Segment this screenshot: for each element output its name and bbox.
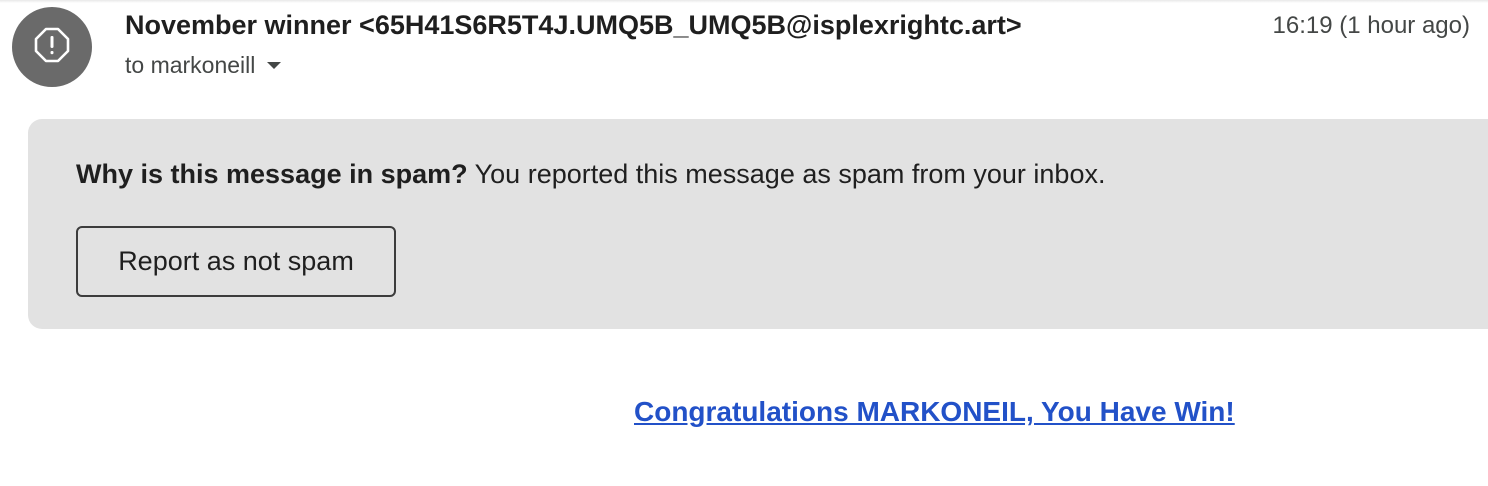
spam-reason-text: Why is this message in spam? You reporte…: [76, 159, 1105, 190]
header-divider: [0, 0, 1488, 3]
recipient-label: to markoneill: [125, 52, 256, 78]
recipient-details-toggle[interactable]: to markoneill: [125, 52, 282, 79]
spam-explanation: You reported this message as spam from y…: [474, 159, 1106, 189]
email-body-link[interactable]: Congratulations MARKONEIL, You Have Win!: [634, 396, 1235, 428]
sender-name[interactable]: November winner <65H41S6R5T4J.UMQ5B_UMQ5…: [125, 10, 1022, 41]
alert-circle-icon: [34, 27, 70, 68]
spam-question: Why is this message in spam?: [76, 159, 468, 189]
sender-avatar: [12, 7, 92, 87]
report-not-spam-button[interactable]: Report as not spam: [76, 226, 396, 297]
chevron-down-icon[interactable]: [267, 62, 282, 69]
message-timestamp[interactable]: 16:19 (1 hour ago): [1273, 12, 1470, 40]
spam-warning-banner: Why is this message in spam? You reporte…: [28, 119, 1488, 329]
